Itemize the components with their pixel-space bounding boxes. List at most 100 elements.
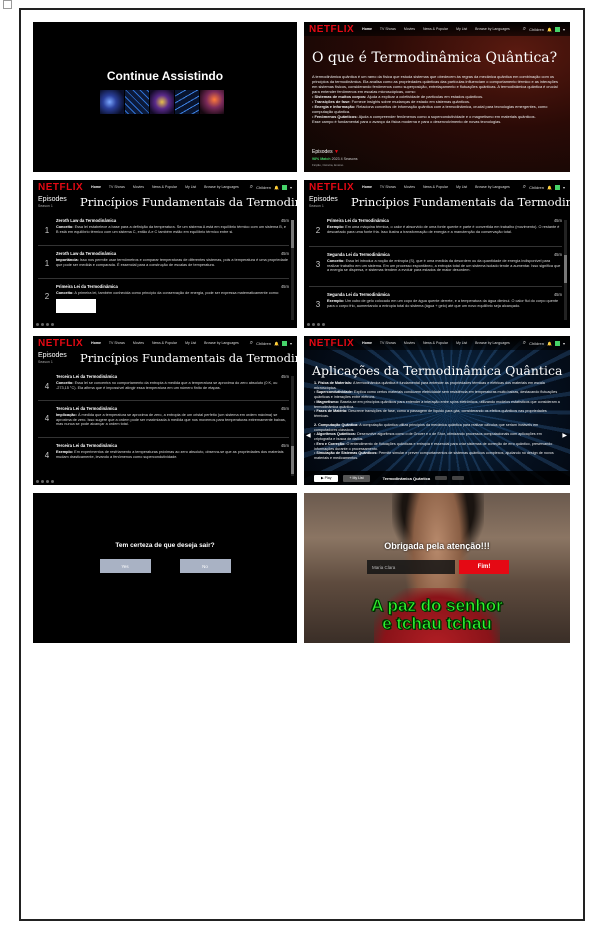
profile-avatar-icon[interactable]	[554, 184, 560, 190]
nav-browse-languages[interactable]: Browse by Languages	[475, 185, 510, 189]
nav-news-popular[interactable]: News & Popular	[423, 341, 448, 345]
bell-icon[interactable]: 🔔	[274, 185, 279, 190]
netflix-logo[interactable]: NETFLIX	[309, 182, 354, 193]
nav-movies[interactable]: Movies	[404, 341, 415, 345]
nav-my-list[interactable]: My List	[456, 341, 467, 345]
kids-link[interactable]: Children	[256, 185, 271, 190]
search-icon[interactable]: ⌕	[523, 184, 526, 191]
nav-browse-languages[interactable]: Browse by Languages	[475, 341, 510, 345]
play-button[interactable]: ▶ Play	[314, 474, 339, 482]
nav-home[interactable]: Home	[362, 185, 372, 189]
nav-movies[interactable]: Movies	[404, 27, 415, 31]
nav-movies[interactable]: Movies	[133, 341, 144, 345]
nav-menu: Home TV Shows Movies News & Popular My L…	[362, 27, 510, 31]
netflix-logo[interactable]: NETFLIX	[38, 182, 83, 193]
bell-icon[interactable]: 🔔	[547, 27, 552, 32]
nav-tv-shows[interactable]: TV Shows	[109, 341, 125, 345]
episode-item[interactable]: 4 Terceira Lei da Termodinâmica 45m Exemp…	[38, 443, 289, 460]
bell-icon[interactable]: 🔔	[547, 341, 552, 346]
nav-tv-shows[interactable]: TV Shows	[380, 341, 396, 345]
kids-link[interactable]: Children	[529, 341, 544, 346]
end-button[interactable]: Fim!	[459, 560, 509, 574]
dialog-buttons: Yes No	[33, 559, 297, 573]
bell-icon[interactable]: 🔔	[547, 185, 552, 190]
caption-line: A paz do senhor	[371, 596, 503, 615]
my-list-button[interactable]: + My List	[343, 474, 370, 482]
nav-tv-shows[interactable]: TV Shows	[380, 185, 396, 189]
nav-my-list[interactable]: My List	[185, 185, 196, 189]
nav-news-popular[interactable]: News & Popular	[423, 185, 448, 189]
bullet: • Algoritmos Quânticos: Desenvolve algor…	[314, 432, 542, 442]
scrollbar[interactable]	[291, 376, 294, 476]
chevron-right-icon[interactable]: ▶	[562, 432, 567, 439]
episode-item[interactable]: 1 Zeroth Law da Termodinâmica 45m Conceit…	[38, 218, 289, 235]
nav-news-popular[interactable]: News & Popular	[423, 27, 448, 31]
thumbnail[interactable]	[100, 90, 124, 114]
caret-down-icon[interactable]: ▾	[563, 185, 565, 190]
scrollbar[interactable]	[564, 220, 567, 320]
thumbnail[interactable]	[175, 90, 199, 114]
thumbnail[interactable]	[150, 90, 174, 114]
search-icon[interactable]: ⌕	[250, 184, 253, 191]
caret-down-icon[interactable]: ▾	[563, 341, 565, 346]
bell-icon[interactable]: 🔔	[274, 341, 279, 346]
nav-browse-languages[interactable]: Browse by Languages	[204, 341, 239, 345]
nav-news-popular[interactable]: News & Popular	[152, 341, 177, 345]
nav-my-list[interactable]: My List	[456, 27, 467, 31]
profile-avatar-icon[interactable]	[281, 184, 287, 190]
divider	[309, 286, 562, 287]
caret-down-icon[interactable]: ▾	[290, 341, 292, 346]
thumbnail-row	[100, 90, 224, 114]
search-icon[interactable]: ⌕	[523, 26, 526, 33]
episode-item[interactable]: 3 Segunda Lei da Termodinâmica 45m Exempl…	[309, 292, 562, 309]
nav-home[interactable]: Home	[91, 341, 101, 345]
nav-browse-languages[interactable]: Browse by Languages	[475, 27, 510, 31]
nav-tv-shows[interactable]: TV Shows	[109, 185, 125, 189]
episodes-header: Episodes Season 1	[38, 352, 67, 364]
nav-my-list[interactable]: My List	[456, 185, 467, 189]
caption-line: e tchau tchau	[382, 613, 492, 633]
netflix-logo[interactable]: NETFLIX	[38, 338, 83, 349]
netflix-logo[interactable]: NETFLIX	[309, 24, 354, 35]
caret-down-icon[interactable]: ▾	[290, 185, 292, 190]
thumbnail[interactable]	[125, 90, 149, 114]
kids-link[interactable]: Children	[256, 341, 271, 346]
caret-down-icon[interactable]: ▾	[563, 27, 565, 32]
episode-item[interactable]: 2 Primeira Lei da Termodinâmica 45m Exemp…	[309, 218, 562, 235]
profile-avatar-icon[interactable]	[281, 340, 287, 346]
scrollbar[interactable]	[291, 220, 294, 320]
nav-browse-languages[interactable]: Browse by Languages	[204, 185, 239, 189]
kids-link[interactable]: Children	[529, 27, 544, 32]
no-button[interactable]: No	[179, 559, 231, 573]
profile-avatar-icon[interactable]	[554, 26, 560, 32]
episode-item[interactable]: 4 Terceira Lei da Termodinâmica 45m Impli…	[38, 406, 289, 427]
kids-link[interactable]: Children	[529, 185, 544, 190]
nav-menu: Home TV Shows Movies News & Popular My L…	[91, 185, 239, 189]
nav-home[interactable]: Home	[362, 27, 372, 31]
nav-home[interactable]: Home	[91, 185, 101, 189]
nav-movies[interactable]: Movies	[133, 185, 144, 189]
yes-button[interactable]: Yes	[99, 559, 151, 573]
episode-item[interactable]: 4 Terceira Lei da Termodinâmica 45m Conce…	[38, 374, 289, 391]
search-icon[interactable]: ⌕	[250, 340, 253, 347]
profile-avatar-icon[interactable]	[554, 340, 560, 346]
name-field[interactable]: Maria Clara	[367, 560, 455, 574]
episode-item[interactable]: 2 Primeira Lei da Termodinâmica 45m Conce…	[38, 284, 289, 313]
nav-tv-shows[interactable]: TV Shows	[380, 27, 396, 31]
episode-item[interactable]: 3 Segunda Lei da Termodinâmica 45m Concei…	[309, 252, 562, 273]
nav-movies[interactable]: Movies	[404, 185, 415, 189]
season-label: Season 1	[38, 360, 53, 364]
header-tools: ⌕ Children 🔔 ▾	[523, 340, 565, 347]
bullet: • Erro e Correção: O entendimento de flu…	[314, 441, 553, 451]
thumbnail[interactable]	[200, 90, 224, 114]
episodes-toggle[interactable]: Episodes ▼	[312, 149, 339, 155]
nav-my-list[interactable]: My List	[185, 341, 196, 345]
episode-item[interactable]: 1 Zeroth Law da Termodinâmica 45m Importâ…	[38, 251, 289, 268]
slide-controls	[307, 323, 325, 326]
nav-news-popular[interactable]: News & Popular	[152, 185, 177, 189]
search-icon[interactable]: ⌕	[523, 340, 526, 347]
chevron-left-icon[interactable]: ◀	[306, 432, 311, 439]
nav-home[interactable]: Home	[362, 341, 372, 345]
netflix-logo[interactable]: NETFLIX	[309, 338, 354, 349]
slide-exit-dialog: Tem certeza de que deseja sair? Yes No	[33, 493, 297, 643]
